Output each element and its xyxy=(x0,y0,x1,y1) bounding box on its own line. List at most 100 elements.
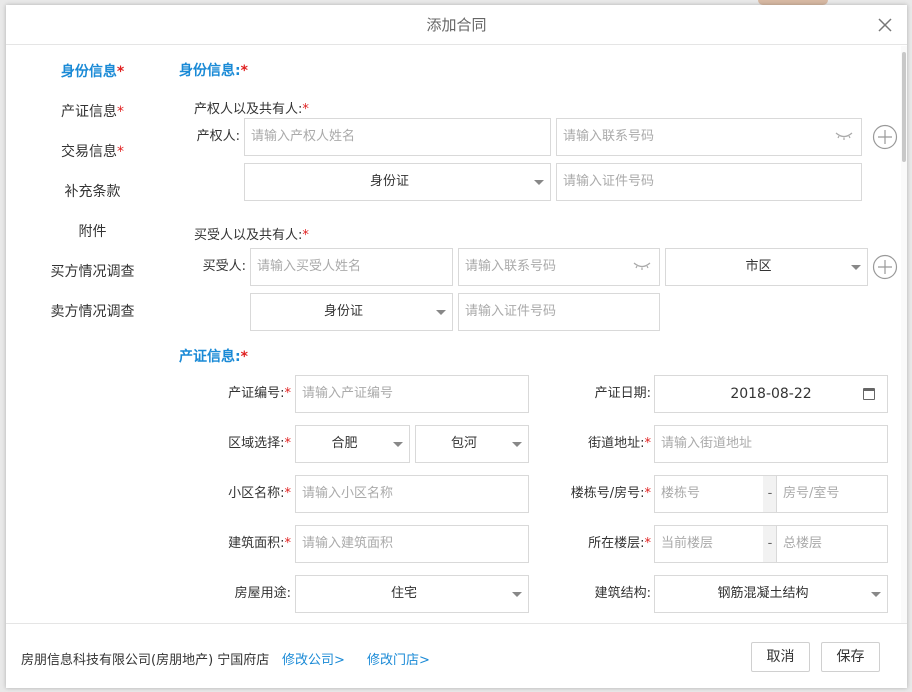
cancel-button[interactable]: 取消 xyxy=(751,642,810,672)
nav-item-attachment[interactable]: 附件 xyxy=(6,212,179,252)
buyer-name-input[interactable]: 请输入买受人姓名 xyxy=(250,248,453,286)
property-section-title: 产证信息:* xyxy=(179,346,248,366)
company-name: 房朋信息科技有限公司(房朋地产) 宁国府店 xyxy=(21,653,270,668)
buyer-label: 买受人: xyxy=(202,259,246,274)
region-label: 区域选择:* xyxy=(179,425,291,463)
owner-phone-input[interactable]: 请输入联系号码 xyxy=(556,118,862,156)
form-area[interactable]: 身份信息:* 产权人以及共有人:* 产权人: 请输入产权人姓名 请输入联系号码 … xyxy=(179,46,907,623)
buyer-id-type-select[interactable]: 身份证 xyxy=(250,293,453,331)
floor-label: 所在楼层:* xyxy=(559,525,651,563)
chevron-down-icon xyxy=(512,442,522,447)
nav-item-seller-survey[interactable]: 卖方情况调查 xyxy=(6,292,179,332)
room-input[interactable]: 房号/室号 xyxy=(776,475,888,513)
select-value: 钢筋混凝土结构 xyxy=(717,586,809,601)
community-label: 小区名称:* xyxy=(179,475,291,513)
owner-label: 产权人: xyxy=(196,129,240,144)
change-company-link[interactable]: 修改公司> xyxy=(282,649,345,668)
eye-closed-icon xyxy=(835,132,853,140)
eye-closed-icon xyxy=(633,262,651,270)
owner-id-input[interactable]: 请输入证件号码 xyxy=(556,163,862,201)
scrollbar[interactable] xyxy=(901,46,907,623)
save-button[interactable]: 保存 xyxy=(821,642,880,672)
dialog-footer: 房朋信息科技有限公司(房朋地产) 宁国府店 修改公司> 修改门店> 取消 保存 xyxy=(6,623,907,688)
label-text: 小区名称: xyxy=(228,486,285,501)
owner-name-input[interactable]: 请输入产权人姓名 xyxy=(244,118,551,156)
structure-select[interactable]: 钢筋混凝土结构 xyxy=(654,575,888,613)
chevron-down-icon xyxy=(871,592,881,597)
region-city-select[interactable]: 合肥 xyxy=(295,425,410,463)
nav-label: 附件 xyxy=(78,224,107,240)
label-text: 所在楼层: xyxy=(588,536,645,551)
group-title-text: 产权人以及共有人: xyxy=(194,102,303,117)
cert-date-label: 产证日期: xyxy=(594,386,651,401)
label-text: 建筑面积: xyxy=(228,536,285,551)
add-buyer-icon[interactable] xyxy=(872,254,898,280)
scroll-thumb[interactable] xyxy=(902,52,906,162)
add-owner-icon[interactable] xyxy=(872,124,898,150)
cert-no-label: 产证编号:* xyxy=(179,375,291,413)
required-mark: * xyxy=(644,486,652,501)
owner-group-title: 产权人以及共有人:* xyxy=(194,98,309,117)
select-value: 身份证 xyxy=(369,174,409,189)
nav-item-supplement[interactable]: 补充条款 xyxy=(6,172,179,212)
street-label: 街道地址:* xyxy=(559,425,651,463)
calendar-icon xyxy=(863,388,875,400)
required-mark: * xyxy=(240,63,248,79)
floor-input[interactable]: 当前楼层 xyxy=(654,525,764,563)
close-button[interactable] xyxy=(877,17,893,33)
required-mark: * xyxy=(644,436,652,451)
placeholder-text: 请输入联系号码 xyxy=(465,259,557,274)
nav-label: 产证信息 xyxy=(61,104,117,120)
label-text: 街道地址: xyxy=(588,436,645,451)
usage-label: 房屋用途: xyxy=(234,586,291,601)
buyer-id-input[interactable]: 请输入证件号码 xyxy=(458,293,660,331)
nav-item-buyer-survey[interactable]: 买方情况调查 xyxy=(6,252,179,292)
chevron-down-icon xyxy=(512,592,522,597)
required-mark: * xyxy=(284,436,292,451)
required-mark: * xyxy=(284,386,292,401)
section-title-text: 身份信息: xyxy=(179,63,241,79)
building-input[interactable]: 楼栋号 xyxy=(654,475,764,513)
total-floor-input[interactable]: 总楼层 xyxy=(776,525,888,563)
nav-item-identity[interactable]: 身份信息* xyxy=(6,52,179,92)
range-separator: - xyxy=(763,475,777,513)
nav-item-property[interactable]: 产证信息* xyxy=(6,92,179,132)
owner-id-type-select[interactable]: 身份证 xyxy=(244,163,551,201)
label-text: 区域选择: xyxy=(228,436,285,451)
required-mark: * xyxy=(117,104,124,120)
buyer-group-title: 买受人以及共有人:* xyxy=(194,224,309,243)
range-separator: - xyxy=(763,525,777,563)
date-value: 2018-08-22 xyxy=(730,386,812,402)
cert-date-picker[interactable]: 2018-08-22 xyxy=(654,375,888,413)
select-value: 合肥 xyxy=(331,436,358,451)
nav-label: 交易信息 xyxy=(61,144,117,160)
area-input[interactable]: 请输入建筑面积 xyxy=(295,525,529,563)
label-text: 楼栋号/房号: xyxy=(570,486,645,501)
required-mark: * xyxy=(117,144,124,160)
section-nav: 身份信息* 产证信息* 交易信息* 补充条款 附件 买方情况调查 卖方情况调查 xyxy=(6,46,179,623)
chevron-down-icon xyxy=(534,180,544,185)
change-store-link[interactable]: 修改门店> xyxy=(367,649,430,668)
chevron-down-icon xyxy=(851,265,861,270)
buyer-area-select[interactable]: 市区 xyxy=(665,248,868,286)
nav-label: 买方情况调查 xyxy=(50,264,135,280)
region-district-select[interactable]: 包河 xyxy=(415,425,529,463)
nav-item-transaction[interactable]: 交易信息* xyxy=(6,132,179,172)
required-mark: * xyxy=(302,228,309,243)
required-mark: * xyxy=(302,102,309,117)
street-input[interactable]: 请输入街道地址 xyxy=(654,425,888,463)
group-title-text: 买受人以及共有人: xyxy=(194,228,303,243)
buyer-phone-input[interactable]: 请输入联系号码 xyxy=(458,248,660,286)
community-input[interactable]: 请输入小区名称 xyxy=(295,475,529,513)
required-mark: * xyxy=(644,536,652,551)
nav-label: 补充条款 xyxy=(64,184,121,200)
dialog-title: 添加合同 xyxy=(426,16,487,34)
cert-no-input[interactable]: 请输入产证编号 xyxy=(295,375,529,413)
usage-select[interactable]: 住宅 xyxy=(295,575,529,613)
nav-label: 卖方情况调查 xyxy=(50,304,135,320)
dialog-header: 添加合同 xyxy=(6,5,907,45)
select-value: 身份证 xyxy=(323,304,363,319)
section-title-text: 产证信息: xyxy=(179,349,241,365)
building-label: 楼栋号/房号:* xyxy=(551,475,651,513)
identity-section-title: 身份信息:* xyxy=(179,60,248,80)
